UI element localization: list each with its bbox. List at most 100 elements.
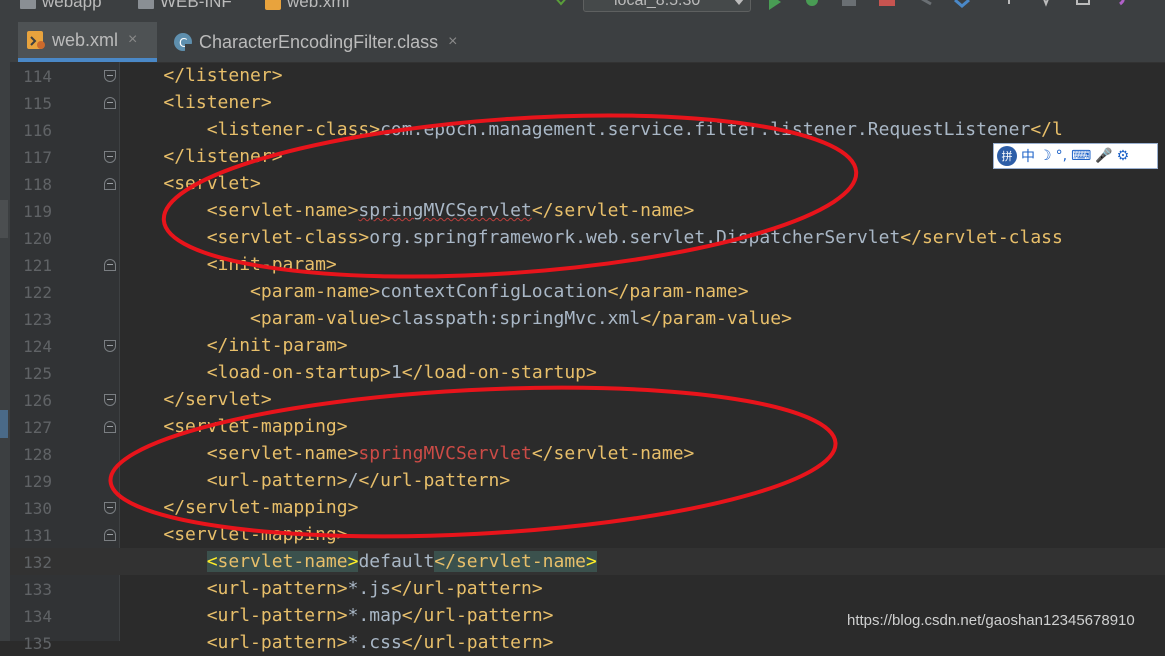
punctuation-toggle[interactable]: °, [1056,148,1067,164]
code-line[interactable]: 130 </servlet-mapping> [10,494,1165,521]
code-line[interactable]: 131 <servlet-mapping> [10,521,1165,548]
moon-icon[interactable]: ☽ [1039,148,1052,164]
code-line[interactable]: 128 <servlet-name>springMVCServlet</serv… [10,440,1165,467]
code-token: <url-pattern> [206,470,348,491]
code-token: <url-pattern> [206,632,348,653]
code-token: <servlet-mapping> [163,524,348,545]
xml-file-icon [265,0,281,10]
project-tool-strip[interactable] [0,62,10,641]
code-line[interactable]: 119 <servlet-name>springMVCServlet</serv… [10,197,1165,224]
code-token: <servlet-mapping> [163,416,348,437]
deploy-icon[interactable] [953,0,971,10]
ime-toolbar[interactable]: 拼 中 ☽ °, ⌨ 🎤 ⚙ [993,143,1158,169]
fold-marker-icon[interactable] [104,502,116,514]
breadcrumb-web-xml[interactable]: web.xml [265,0,349,12]
fold-marker-icon[interactable] [104,259,116,271]
line-number: 135 [23,634,52,653]
code-token: </url-pattern> [401,632,554,653]
code-line[interactable]: 116 <listener-class>com.epoch.management… [10,116,1165,143]
commit-icon[interactable] [1037,0,1055,10]
revert-icon[interactable] [1112,0,1130,10]
run-icon[interactable] [766,0,784,10]
code-token: </param-value> [640,308,792,329]
fold-marker-icon[interactable] [104,151,116,163]
fold-marker-icon[interactable] [104,340,116,352]
code-token: </url-pattern> [390,578,543,599]
coverage-icon[interactable] [840,0,858,10]
breadcrumb-webapp[interactable]: webapp [20,0,102,12]
line-number: 118 [23,175,52,194]
code-line[interactable]: 121 <init-param> [10,251,1165,278]
microphone-icon[interactable]: 🎤 [1095,148,1112,164]
folder-icon [20,0,36,9]
code-line[interactable]: 114 </listener> [10,62,1165,89]
fold-marker-icon[interactable] [104,97,116,109]
breadcrumb-web-inf[interactable]: WEB-INF [138,0,232,12]
line-number: 133 [23,580,52,599]
stop-icon[interactable] [878,0,896,10]
code-line[interactable]: 118 <servlet> [10,170,1165,197]
line-number: 119 [23,202,52,221]
code-line[interactable]: 129 <url-pattern>/</url-pattern> [10,467,1165,494]
code-line[interactable]: 124 </init-param> [10,332,1165,359]
code-token: <init-param> [206,254,337,275]
code-line[interactable]: 133 <url-pattern>*.js</url-pattern> [10,575,1165,602]
gear-icon[interactable]: ⚙ [1117,148,1130,164]
class-file-icon: C [173,32,193,52]
fold-marker-icon[interactable] [104,421,116,433]
tab-character-encoding-filter[interactable]: C CharacterEncodingFilter.class × [165,22,485,62]
fold-marker-icon[interactable] [104,394,116,406]
close-icon[interactable]: × [128,31,137,49]
code-text: <load-on-startup>1</load-on-startup> [120,362,597,383]
code-line[interactable]: 135 <url-pattern>*.css</url-pattern> [10,629,1165,656]
code-token: </l [1030,119,1063,140]
code-line[interactable]: 125 <load-on-startup>1</load-on-startup> [10,359,1165,386]
code-token: <servlet-class> [206,227,370,248]
run-configuration-select[interactable]: local_8.5.30 [583,0,751,12]
code-text: <servlet-class>org.springframework.web.s… [120,227,1063,248]
code-line[interactable]: 132 <servlet-name>default</servlet-name> [10,548,1165,575]
fold-marker-icon[interactable] [104,529,116,541]
vcs-icon[interactable] [1000,0,1018,10]
code-line[interactable]: 117 </listener> [10,143,1165,170]
code-token: classpath:springMvc.xml [390,308,641,329]
code-line[interactable]: 122 <param-name>contextConfigLocation</p… [10,278,1165,305]
code-line[interactable]: 115 <listener> [10,89,1165,116]
close-icon[interactable]: × [448,33,457,51]
code-token: </load-on-startup> [401,362,597,383]
build-icon[interactable] [552,0,570,10]
line-number: 122 [23,283,52,302]
code-token: <servlet-name> [206,443,359,464]
keyboard-icon[interactable]: ⌨ [1071,148,1091,164]
code-token: <param-value> [250,308,391,329]
history-icon[interactable] [1074,0,1092,10]
line-number: 124 [23,337,52,356]
code-line[interactable]: 120 <servlet-class>org.springframework.w… [10,224,1165,251]
code-line[interactable]: 123 <param-value>classpath:springMvc.xml… [10,305,1165,332]
line-number: 114 [23,67,52,86]
code-line[interactable]: 127 <servlet-mapping> [10,413,1165,440]
fold-marker-icon[interactable] [104,70,116,82]
line-number: 115 [23,94,52,113]
code-token: <param-name> [250,281,381,302]
tab-web-xml[interactable]: web.xml × [18,22,157,62]
code-token: </listener> [163,146,283,167]
chevron-down-icon [734,0,744,5]
fold-marker-icon[interactable] [104,178,116,190]
code-token: servlet-name [217,551,348,572]
code-text: <url-pattern>/</url-pattern> [120,470,510,491]
code-token: > [347,551,359,572]
line-number: 127 [23,418,52,437]
update-icon[interactable] [915,0,933,10]
chinese-mode-toggle[interactable]: 中 [1021,146,1035,166]
top-toolbar: webapp WEB-INF web.xml local_8.5.30 [0,0,1165,22]
code-text: <servlet-name>springMVCServlet</servlet-… [120,200,695,221]
code-line[interactable]: 126 </servlet> [10,386,1165,413]
debug-icon[interactable] [803,0,821,10]
code-text: <init-param> [120,254,337,275]
